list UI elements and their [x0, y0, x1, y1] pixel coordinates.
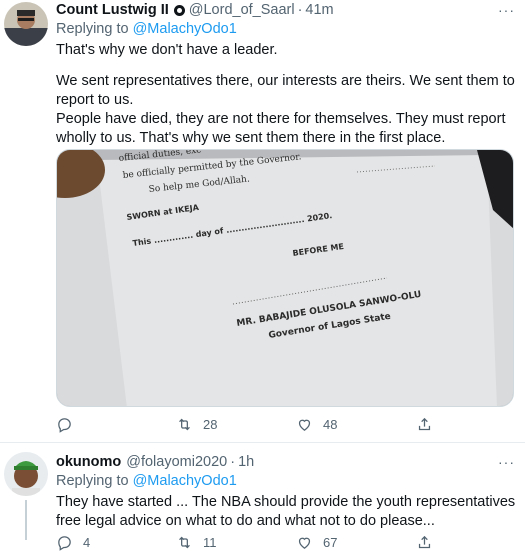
thread-line	[25, 500, 27, 540]
tweet-photo[interactable]: official duties, exc be officially permi…	[56, 149, 514, 407]
tweet-paragraph: We sent representatives there, our inter…	[56, 73, 515, 146]
reply-count: 4	[83, 535, 91, 550]
display-name[interactable]: okunomo	[56, 454, 121, 470]
tweet-header: okunomo @folayomi2020 · 1h	[56, 454, 254, 470]
reply-icon	[58, 418, 71, 433]
more-icon[interactable]: ···	[498, 2, 515, 18]
tweet-text: They have started ... The NBA should pro…	[56, 493, 516, 531]
share-button[interactable]	[416, 416, 443, 433]
handle[interactable]: @Lord_of_Saarl	[189, 2, 295, 18]
reply-button[interactable]: 4	[56, 534, 176, 551]
like-button[interactable]: 48	[296, 416, 416, 433]
avatar[interactable]	[4, 452, 48, 496]
timestamp[interactable]: 1h	[238, 454, 254, 470]
retweet-button[interactable]: 28	[176, 416, 296, 433]
replying-to: Replying to @MalachyOdo1	[56, 21, 237, 37]
tweet-paragraph: They have started ... The NBA should pro…	[56, 494, 520, 529]
like-button[interactable]: 67	[296, 534, 416, 551]
share-icon	[418, 535, 431, 549]
reply-button[interactable]	[56, 416, 176, 433]
retweet-button[interactable]: 11	[176, 534, 296, 551]
more-icon[interactable]: ···	[498, 454, 515, 470]
avatar[interactable]	[4, 2, 48, 46]
action-bar: 4 11 67	[56, 534, 456, 551]
replying-to: Replying to @MalachyOdo1	[56, 473, 237, 489]
tweet-text: That's why we don't have a leader. We se…	[56, 41, 516, 148]
like-count: 48	[323, 417, 338, 432]
separator: ·	[230, 454, 236, 470]
reply-icon	[58, 536, 71, 551]
tweet[interactable]: Count Lustwig II @Lord_of_Saarl · 41m ··…	[0, 0, 525, 443]
heart-icon	[298, 419, 311, 431]
mention-link[interactable]: @MalachyOdo1	[133, 21, 237, 37]
mention-link[interactable]: @MalachyOdo1	[133, 473, 237, 489]
retweet-icon	[179, 418, 190, 431]
heart-icon	[298, 537, 311, 549]
retweet-count: 28	[203, 417, 218, 432]
replying-prefix: Replying to	[56, 473, 133, 489]
display-name[interactable]: Count Lustwig II	[56, 2, 169, 18]
action-bar: 28 48	[56, 416, 456, 433]
badge-icon	[173, 4, 185, 16]
separator: ·	[297, 2, 303, 18]
like-count: 67	[323, 535, 338, 550]
handle[interactable]: @folayomi2020	[126, 454, 227, 470]
retweet-count: 11	[203, 535, 217, 550]
share-button[interactable]	[416, 534, 443, 551]
tweet-paragraph: That's why we don't have a leader.	[56, 42, 278, 58]
share-icon	[418, 417, 431, 431]
timestamp[interactable]: 41m	[305, 2, 333, 18]
tweet-header: Count Lustwig II @Lord_of_Saarl · 41m	[56, 2, 334, 18]
retweet-icon	[179, 536, 190, 549]
replying-prefix: Replying to	[56, 21, 133, 37]
